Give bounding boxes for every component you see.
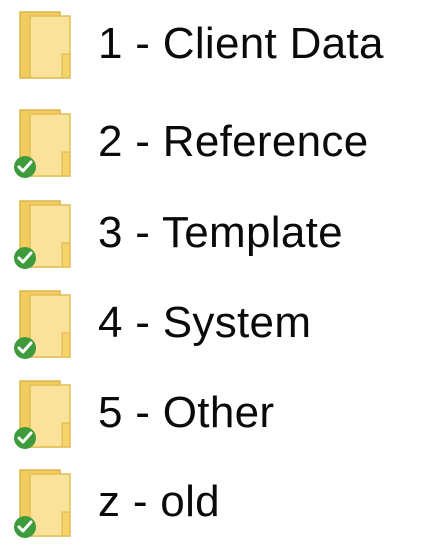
sync-check-icon (12, 514, 38, 540)
folder-name: z - old (98, 477, 220, 526)
folder-item-other[interactable]: 5 - Other (0, 373, 436, 453)
folder-item-system[interactable]: 4 - System (0, 283, 436, 363)
folder-item-reference[interactable]: 2 - Reference (0, 102, 436, 182)
folder-name: 4 - System (98, 298, 312, 347)
folder-item-old[interactable]: z - old (0, 462, 436, 542)
sync-check-icon (12, 425, 38, 451)
folder-name: 3 - Template (98, 208, 343, 257)
folder-name: 2 - Reference (98, 117, 369, 166)
sync-check-icon (12, 335, 38, 361)
sync-check-icon (12, 245, 38, 271)
folder-name: 5 - Other (98, 388, 275, 437)
folder-icon (10, 10, 82, 82)
folder-item-client-data[interactable]: 1 - Client Data (0, 4, 436, 84)
sync-check-icon (12, 154, 38, 180)
folder-list: 1 - Client Data 2 - Reference 3 - Templa… (0, 0, 436, 545)
folder-name: 1 - Client Data (98, 19, 384, 68)
folder-item-template[interactable]: 3 - Template (0, 193, 436, 273)
